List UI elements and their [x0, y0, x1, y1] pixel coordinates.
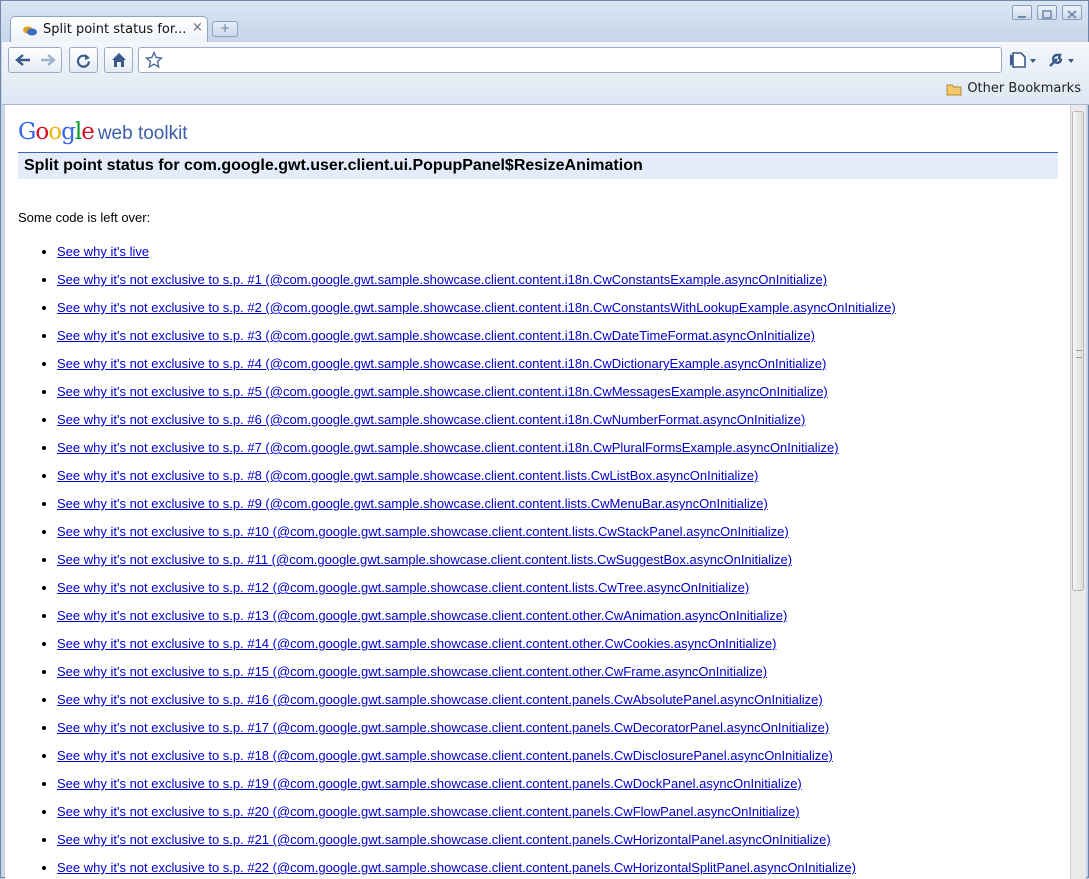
reason-link[interactable]: See why it's not exclusive to s.p. #6 (@… [57, 412, 805, 427]
list-item: See why it's not exclusive to s.p. #5 (@… [57, 381, 896, 409]
other-bookmarks-button[interactable]: Other Bookmarks [946, 81, 1081, 96]
home-button[interactable] [104, 47, 133, 73]
maximize-icon [1042, 10, 1052, 19]
list-item: See why it's not exclusive to s.p. #2 (@… [57, 297, 896, 325]
list-item: See why it's not exclusive to s.p. #13 (… [57, 605, 896, 633]
list-item: See why it's not exclusive to s.p. #8 (@… [57, 465, 896, 493]
browser-window: Split point status for... × + Other Book… [0, 0, 1089, 879]
gwt-logo: Google web toolkit [18, 119, 188, 145]
arrow-left-icon[interactable] [14, 52, 32, 68]
list-item: See why it's not exclusive to s.p. #15 (… [57, 661, 896, 689]
list-item: See why it's not exclusive to s.p. #10 (… [57, 521, 896, 549]
reason-link[interactable]: See why it's not exclusive to s.p. #18 (… [57, 748, 833, 763]
reason-link[interactable]: See why it's live [57, 244, 149, 259]
close-icon [1067, 10, 1077, 19]
page-content: Google web toolkit Split point status for… [5, 105, 1070, 879]
reason-link[interactable]: See why it's not exclusive to s.p. #17 (… [57, 720, 829, 735]
vertical-scrollbar[interactable] [1070, 105, 1086, 879]
scroll-grip-icon [1076, 350, 1082, 358]
minimize-icon [1018, 16, 1026, 18]
reason-link[interactable]: See why it's not exclusive to s.p. #14 (… [57, 636, 776, 651]
reason-link[interactable]: See why it's not exclusive to s.p. #3 (@… [57, 328, 815, 343]
list-item: See why it's not exclusive to s.p. #20 (… [57, 801, 896, 829]
scrollbar-thumb[interactable] [1072, 111, 1084, 591]
wrench-menu-button[interactable] [1047, 51, 1079, 69]
reload-icon [76, 54, 91, 68]
back-forward-group [8, 47, 62, 73]
address-bar[interactable] [138, 47, 1002, 73]
list-item: See why it's not exclusive to s.p. #22 (… [57, 857, 896, 879]
list-item: See why it's not exclusive to s.p. #3 (@… [57, 325, 896, 353]
reason-link[interactable]: See why it's not exclusive to s.p. #21 (… [57, 832, 831, 847]
reason-link[interactable]: See why it's not exclusive to s.p. #8 (@… [57, 468, 758, 483]
star-icon[interactable] [145, 51, 163, 69]
new-tab-button[interactable]: + [212, 21, 238, 37]
list-item: See why it's not exclusive to s.p. #6 (@… [57, 409, 896, 437]
home-icon [112, 53, 126, 67]
reason-link[interactable]: See why it's not exclusive to s.p. #7 (@… [57, 440, 839, 455]
page-icon [1012, 52, 1036, 68]
minimize-button[interactable] [1012, 5, 1032, 20]
puzzle-favicon-icon [23, 26, 37, 36]
logo-subtitle: web toolkit [97, 123, 188, 144]
reason-link[interactable]: See why it's not exclusive to s.p. #5 (@… [57, 384, 828, 399]
reason-link[interactable]: See why it's not exclusive to s.p. #9 (@… [57, 496, 768, 511]
page-title-bar: Split point status for com.google.gwt.us… [18, 152, 1058, 179]
reason-link-list: See why it's live See why it's not exclus… [18, 241, 896, 879]
toolbar: Other Bookmarks [2, 42, 1089, 105]
list-item: See why it's not exclusive to s.p. #11 (… [57, 549, 896, 577]
list-item: See why it's not exclusive to s.p. #19 (… [57, 773, 896, 801]
reason-link[interactable]: See why it's not exclusive to s.p. #22 (… [57, 860, 856, 875]
reason-link[interactable]: See why it's not exclusive to s.p. #13 (… [57, 608, 787, 623]
reason-link[interactable]: See why it's not exclusive to s.p. #19 (… [57, 776, 802, 791]
reason-link[interactable]: See why it's not exclusive to s.p. #20 (… [57, 804, 800, 819]
folder-icon [946, 84, 962, 95]
reason-link[interactable]: See why it's not exclusive to s.p. #10 (… [57, 524, 789, 539]
maximize-button[interactable] [1037, 5, 1057, 20]
list-item: See why it's not exclusive to s.p. #21 (… [57, 829, 896, 857]
reason-link[interactable]: See why it's not exclusive to s.p. #2 (@… [57, 300, 896, 315]
reason-link[interactable]: See why it's not exclusive to s.p. #12 (… [57, 580, 749, 595]
list-item: See why it's not exclusive to s.p. #7 (@… [57, 437, 896, 465]
reload-button[interactable] [69, 47, 98, 73]
arrow-right-icon[interactable] [39, 52, 57, 68]
tab-close-icon[interactable]: × [192, 20, 203, 35]
close-window-button[interactable] [1062, 5, 1082, 20]
list-item: See why it's not exclusive to s.p. #17 (… [57, 717, 896, 745]
reason-link[interactable]: See why it's not exclusive to s.p. #16 (… [57, 692, 823, 707]
reason-link[interactable]: See why it's not exclusive to s.p. #15 (… [57, 664, 767, 679]
reason-link[interactable]: See why it's not exclusive to s.p. #4 (@… [57, 356, 826, 371]
reason-link[interactable]: See why it's not exclusive to s.p. #11 (… [57, 552, 792, 567]
list-item: See why it's not exclusive to s.p. #14 (… [57, 633, 896, 661]
google-logo-text: Google [18, 119, 95, 145]
page-menu-button[interactable] [1010, 51, 1040, 69]
list-item: See why it's live [57, 241, 896, 269]
wrench-icon [1049, 53, 1074, 67]
bookmarks-bar: Other Bookmarks [2, 78, 1089, 102]
page-title: Split point status for com.google.gwt.us… [24, 157, 643, 174]
list-item: See why it's not exclusive to s.p. #1 (@… [57, 269, 896, 297]
intro-text: Some code is left over: [18, 210, 151, 225]
list-item: See why it's not exclusive to s.p. #12 (… [57, 577, 896, 605]
list-item: See why it's not exclusive to s.p. #9 (@… [57, 493, 896, 521]
list-item: See why it's not exclusive to s.p. #18 (… [57, 745, 896, 773]
tab-title: Split point status for... [43, 22, 187, 37]
reason-link[interactable]: See why it's not exclusive to s.p. #1 (@… [57, 272, 827, 287]
other-bookmarks-label: Other Bookmarks [967, 81, 1081, 96]
list-item: See why it's not exclusive to s.p. #4 (@… [57, 353, 896, 381]
list-item: See why it's not exclusive to s.p. #16 (… [57, 689, 896, 717]
address-input[interactable] [169, 50, 973, 70]
tab-active[interactable]: Split point status for... × [10, 16, 208, 42]
